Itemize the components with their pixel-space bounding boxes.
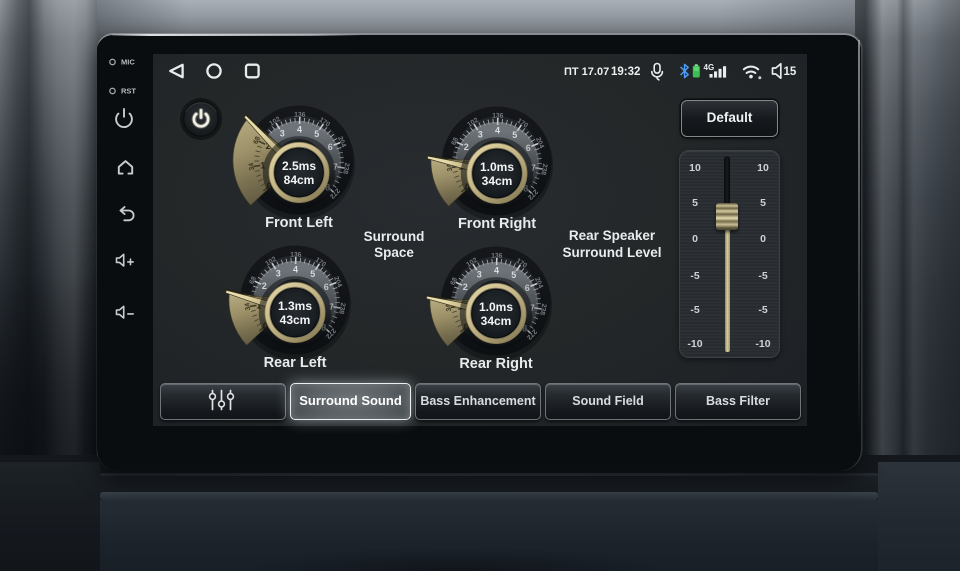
svg-text:MIC: MIC [121, 58, 135, 67]
svg-text:4: 4 [494, 265, 499, 275]
svg-text:19:32: 19:32 [611, 66, 640, 78]
svg-text:3: 3 [478, 130, 483, 140]
svg-text:4G: 4G [704, 63, 715, 72]
svg-text:34: 34 [244, 302, 252, 311]
svg-text:1.0ms: 1.0ms [480, 160, 514, 174]
svg-text:2: 2 [463, 282, 468, 292]
svg-text:4: 4 [495, 125, 500, 135]
svg-text:2: 2 [262, 281, 267, 291]
svg-text:1.3ms: 1.3ms [278, 299, 312, 313]
svg-text:1.0ms: 1.0ms [479, 300, 513, 314]
svg-text:136: 136 [492, 113, 504, 120]
svg-text:136: 136 [294, 112, 306, 119]
svg-text:5: 5 [512, 130, 517, 140]
svg-text:5: 5 [511, 270, 516, 280]
svg-text:136: 136 [290, 252, 302, 259]
svg-text:43cm: 43cm [280, 313, 311, 327]
svg-text:34cm: 34cm [482, 174, 513, 188]
svg-text:3: 3 [276, 269, 281, 279]
svg-text:Space: Space [374, 245, 414, 260]
svg-text:34: 34 [248, 162, 256, 171]
svg-text:Front Left: Front Left [265, 215, 333, 231]
svg-text:Rear Speaker: Rear Speaker [569, 228, 656, 243]
svg-text:6: 6 [324, 282, 329, 292]
svg-text:34cm: 34cm [481, 314, 512, 328]
svg-text:Front Right: Front Right [458, 216, 536, 232]
svg-text:Surround Level: Surround Level [562, 245, 661, 260]
svg-text:3: 3 [280, 129, 285, 139]
svg-text:2: 2 [464, 142, 469, 152]
svg-text:Rear Right: Rear Right [459, 356, 532, 372]
svg-text:6: 6 [328, 142, 333, 152]
svg-text:84cm: 84cm [284, 173, 315, 187]
svg-text:5: 5 [314, 129, 319, 139]
svg-text:RST: RST [121, 87, 136, 96]
svg-text:6: 6 [526, 143, 531, 153]
svg-text:5: 5 [310, 269, 315, 279]
svg-text:4: 4 [297, 124, 302, 134]
svg-text:6: 6 [525, 283, 530, 293]
svg-text:3: 3 [477, 270, 482, 280]
svg-text:Rear Left: Rear Left [264, 355, 327, 371]
svg-text:136: 136 [491, 253, 503, 260]
svg-text:15: 15 [784, 66, 797, 78]
svg-text:2.5ms: 2.5ms [282, 159, 316, 173]
svg-text:ПТ 17.07: ПТ 17.07 [564, 66, 609, 78]
svg-text:4: 4 [293, 264, 298, 274]
svg-text:Surround: Surround [364, 229, 425, 244]
